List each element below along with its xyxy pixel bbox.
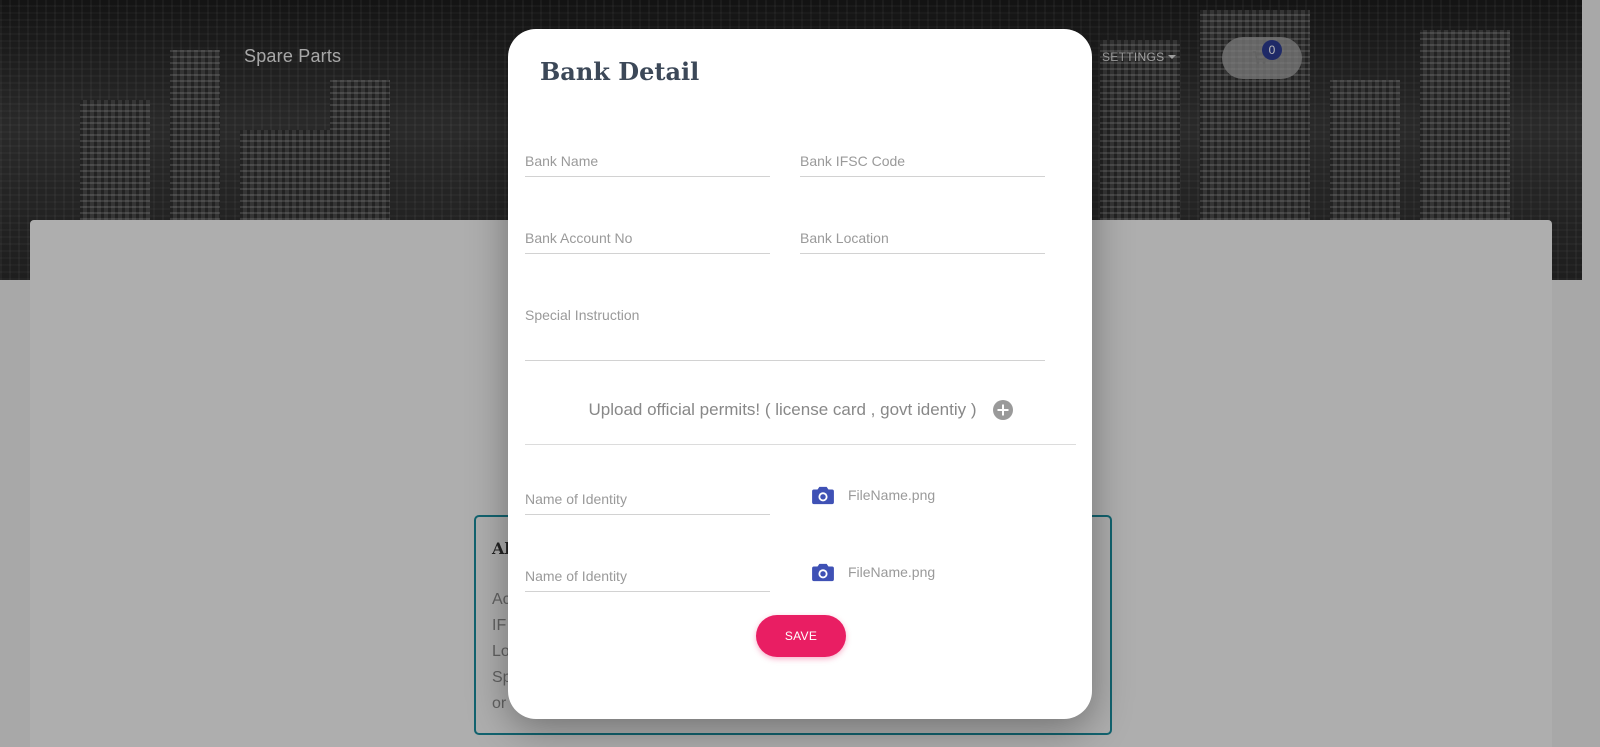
modal-title: Bank Detail <box>540 57 700 86</box>
save-button[interactable]: SAVE <box>756 615 846 657</box>
upload-permits-label: Upload official permits! ( license card … <box>588 400 977 419</box>
bank-name-input[interactable] <box>525 153 770 177</box>
bank-ifsc-field <box>800 153 1045 177</box>
special-instruction-textarea[interactable] <box>525 307 1045 361</box>
bank-account-field <box>525 230 770 254</box>
page: Spare Parts SETTINGS 0 Al Ac IF Lo Sp or… <box>0 0 1600 747</box>
identity-name-field-2 <box>525 568 770 592</box>
identity-file-picker-2[interactable]: FileName.png <box>812 560 935 584</box>
bank-account-input[interactable] <box>525 230 770 254</box>
bank-ifsc-input[interactable] <box>800 153 1045 177</box>
identity-file-name-1: FileName.png <box>848 487 936 503</box>
identity-name-input-2[interactable] <box>525 568 770 592</box>
special-instruction-field <box>525 307 1045 361</box>
plus-circle-icon[interactable] <box>992 400 1013 420</box>
bank-detail-modal: Bank Detail Upload official permits! ( l… <box>508 29 1092 719</box>
upload-permits-row: Upload official permits! ( license card … <box>525 400 1076 445</box>
bank-location-field <box>800 230 1045 254</box>
identity-file-picker-1[interactable]: FileName.png <box>812 483 935 507</box>
identity-name-field-1 <box>525 491 770 515</box>
camera-icon <box>812 486 834 505</box>
bank-name-field <box>525 153 770 177</box>
camera-icon <box>812 563 834 582</box>
identity-file-name-2: FileName.png <box>848 564 936 580</box>
identity-name-input-1[interactable] <box>525 491 770 515</box>
bank-location-input[interactable] <box>800 230 1045 254</box>
